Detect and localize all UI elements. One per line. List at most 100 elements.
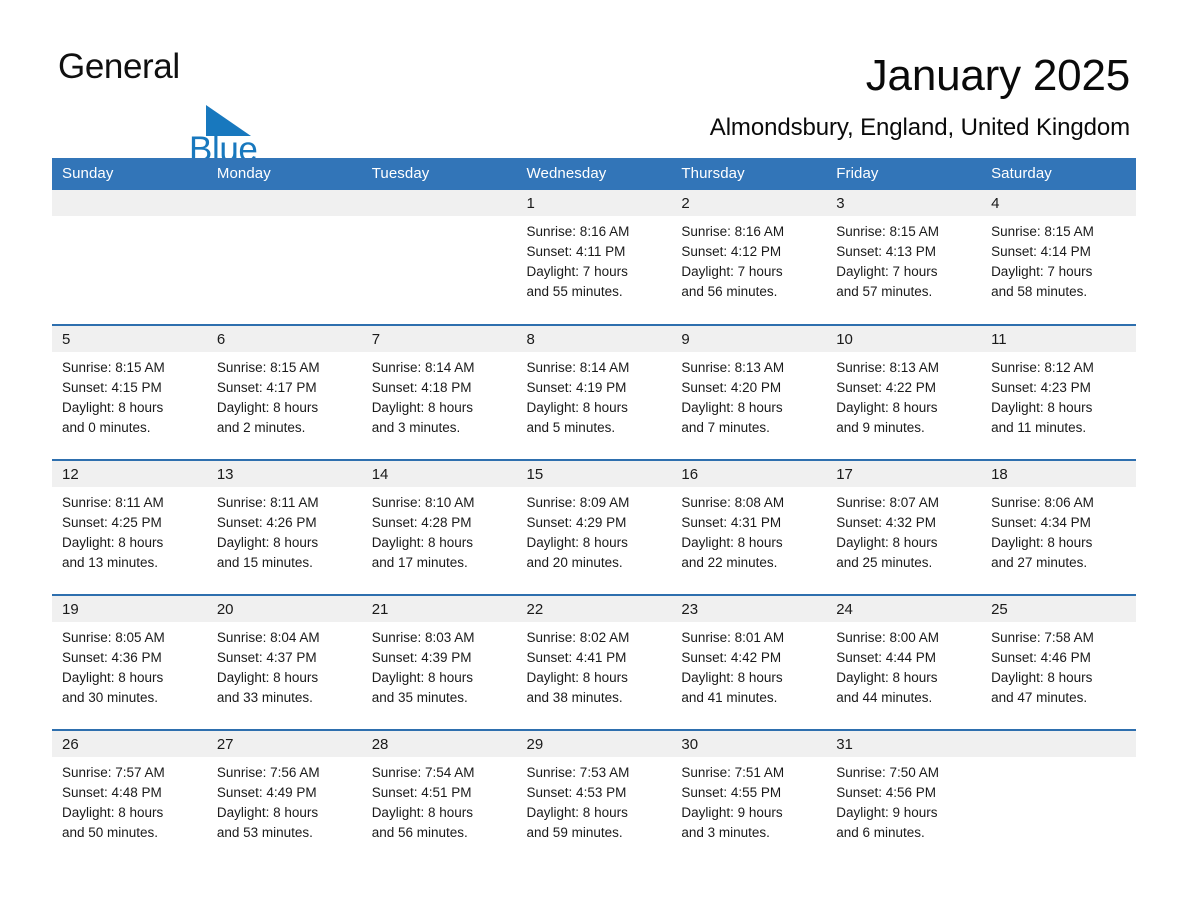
calendar-day-cell[interactable]: 25 Sunrise: 7:58 AM Sunset: 4:46 PM Dayligh… — [981, 594, 1136, 730]
day-sunrise-text: Sunrise: 8:15 AM — [836, 224, 940, 239]
day-sunrise-text: Sunrise: 8:15 AM — [991, 224, 1094, 239]
day-number: 27 — [206, 731, 362, 757]
day-daylight-line1-text: Daylight: 9 hours — [681, 805, 783, 820]
day-sunset-text: Sunset: 4:25 PM — [62, 515, 162, 530]
day-sunrise-text: Sunrise: 7:53 AM — [526, 765, 630, 780]
day-number: 24 — [826, 596, 982, 622]
day-details: Sunrise: 8:15 AM Sunset: 4:14 PM Daylight:… — [981, 216, 1136, 302]
calendar-day-cell[interactable]: 13 Sunrise: 8:11 AM Sunset: 4:26 PM Dayligh… — [206, 459, 362, 595]
day-daylight-line2-text: and 56 minutes. — [681, 284, 778, 299]
day-details: Sunrise: 8:11 AM Sunset: 4:26 PM Daylight:… — [207, 487, 362, 573]
day-details: Sunrise: 8:14 AM Sunset: 4:18 PM Daylight:… — [362, 352, 517, 438]
calendar-day-cell[interactable]: 3 Sunrise: 8:15 AM Sunset: 4:13 PM Daylight… — [826, 190, 982, 325]
calendar-day-cell[interactable]: 18 Sunrise: 8:06 AM Sunset: 4:34 PM Dayligh… — [981, 459, 1136, 595]
calendar-day-cell[interactable]: 24 Sunrise: 8:00 AM Sunset: 4:44 PM Dayligh… — [826, 594, 982, 730]
day-sunset-text: Sunset: 4:19 PM — [526, 380, 627, 395]
calendar-day-cell[interactable]: 2 Sunrise: 8:16 AM Sunset: 4:12 PM Daylight… — [671, 190, 827, 325]
calendar-week-row: 1 Sunrise: 8:16 AM Sunset: 4:11 PM Daylight… — [52, 190, 1136, 325]
day-sunset-text: Sunset: 4:22 PM — [836, 380, 937, 395]
day-number — [206, 190, 362, 216]
day-details: Sunrise: 8:09 AM Sunset: 4:29 PM Daylight:… — [517, 487, 672, 573]
day-details: Sunrise: 7:54 AM Sunset: 4:51 PM Daylight:… — [362, 757, 517, 843]
day-number: 25 — [981, 596, 1136, 622]
calendar-day-cell[interactable]: 7 Sunrise: 8:14 AM Sunset: 4:18 PM Daylight… — [361, 324, 517, 460]
day-details: Sunrise: 8:06 AM Sunset: 4:34 PM Daylight:… — [981, 487, 1136, 573]
calendar-day-cell[interactable]: 19 Sunrise: 8:05 AM Sunset: 4:36 PM Dayligh… — [52, 594, 207, 730]
day-details: Sunrise: 8:07 AM Sunset: 4:32 PM Daylight:… — [826, 487, 981, 573]
day-sunrise-text: Sunrise: 8:10 AM — [371, 495, 475, 510]
day-daylight-line1-text: Daylight: 7 hours — [991, 264, 1093, 279]
day-daylight-line1-text: Daylight: 8 hours — [681, 670, 783, 685]
day-sunrise-text: Sunrise: 8:16 AM — [681, 224, 785, 239]
day-sunrise-text: Sunrise: 8:03 AM — [371, 630, 475, 645]
weekday-header-sunday: Sunday — [52, 158, 207, 190]
calendar-day-cell[interactable]: 26 Sunrise: 7:57 AM Sunset: 4:48 PM Dayligh… — [52, 729, 207, 865]
day-number: 17 — [826, 461, 982, 487]
calendar-day-cell[interactable]: 8 Sunrise: 8:14 AM Sunset: 4:19 PM Daylight… — [516, 324, 672, 460]
calendar-day-cell[interactable]: 14 Sunrise: 8:10 AM Sunset: 4:28 PM Dayligh… — [361, 459, 517, 595]
calendar-day-cell[interactable]: 16 Sunrise: 8:08 AM Sunset: 4:31 PM Dayligh… — [671, 459, 827, 595]
day-number: 21 — [361, 596, 517, 622]
day-daylight-line1-text: Daylight: 8 hours — [62, 670, 164, 685]
calendar-day-cell[interactable]: 31 Sunrise: 7:50 AM Sunset: 4:56 PM Dayligh… — [826, 729, 982, 865]
day-number: 26 — [52, 731, 207, 757]
day-daylight-line2-text: and 33 minutes. — [216, 690, 313, 705]
day-number: 30 — [671, 731, 827, 757]
day-sunset-text: Sunset: 4:18 PM — [371, 380, 472, 395]
calendar-day-cell[interactable]: 1 Sunrise: 8:16 AM Sunset: 4:11 PM Daylight… — [516, 190, 672, 325]
calendar-day-cell[interactable]: 9 Sunrise: 8:13 AM Sunset: 4:20 PM Daylight… — [671, 324, 827, 460]
day-daylight-line1-text: Daylight: 8 hours — [371, 400, 473, 415]
calendar-day-cell[interactable]: 22 Sunrise: 8:02 AM Sunset: 4:41 PM Dayligh… — [516, 594, 672, 730]
calendar-day-cell[interactable]: 23 Sunrise: 8:01 AM Sunset: 4:42 PM Dayligh… — [671, 594, 827, 730]
day-sunrise-text: Sunrise: 8:01 AM — [681, 630, 785, 645]
day-daylight-line2-text: and 53 minutes. — [216, 825, 313, 840]
weekday-header-wednesday: Wednesday — [516, 158, 672, 190]
weekday-header-monday: Monday — [206, 158, 362, 190]
day-daylight-line2-text: and 11 minutes. — [991, 420, 1087, 435]
day-details: Sunrise: 8:15 AM Sunset: 4:15 PM Daylight:… — [52, 352, 207, 438]
day-daylight-line2-text: and 3 minutes. — [681, 825, 770, 840]
day-daylight-line2-text: and 13 minutes. — [62, 555, 159, 570]
day-daylight-line1-text: Daylight: 8 hours — [62, 535, 164, 550]
calendar-day-cell[interactable]: 6 Sunrise: 8:15 AM Sunset: 4:17 PM Daylight… — [206, 324, 362, 460]
day-details: Sunrise: 8:16 AM Sunset: 4:12 PM Daylight:… — [671, 216, 826, 302]
calendar-day-cell[interactable]: 21 Sunrise: 8:03 AM Sunset: 4:39 PM Dayligh… — [361, 594, 517, 730]
day-sunset-text: Sunset: 4:53 PM — [526, 785, 627, 800]
page-title: January 2025 — [865, 51, 1130, 100]
day-daylight-line2-text: and 3 minutes. — [371, 420, 461, 435]
day-daylight-line2-text: and 50 minutes. — [62, 825, 159, 840]
day-daylight-line1-text: Daylight: 8 hours — [526, 535, 628, 550]
location-subtitle: Almondsbury, England, United Kingdom — [709, 114, 1130, 141]
day-sunrise-text: Sunrise: 8:13 AM — [836, 360, 940, 375]
day-sunrise-text: Sunrise: 8:16 AM — [526, 224, 630, 239]
day-sunset-text: Sunset: 4:17 PM — [216, 380, 317, 395]
calendar-day-cell[interactable]: 15 Sunrise: 8:09 AM Sunset: 4:29 PM Dayligh… — [516, 459, 672, 595]
day-daylight-line2-text: and 0 minutes. — [62, 420, 151, 435]
day-number: 23 — [671, 596, 827, 622]
day-daylight-line2-text: and 20 minutes. — [526, 555, 623, 570]
day-daylight-line2-text: and 30 minutes. — [62, 690, 159, 705]
calendar-day-cell[interactable]: 30 Sunrise: 7:51 AM Sunset: 4:55 PM Dayligh… — [671, 729, 827, 865]
calendar-day-cell[interactable]: 5 Sunrise: 8:15 AM Sunset: 4:15 PM Daylight… — [52, 324, 207, 460]
calendar-day-cell[interactable]: 17 Sunrise: 8:07 AM Sunset: 4:32 PM Dayligh… — [826, 459, 982, 595]
calendar-day-cell[interactable]: 29 Sunrise: 7:53 AM Sunset: 4:53 PM Dayligh… — [516, 729, 672, 865]
day-sunset-text: Sunset: 4:23 PM — [991, 380, 1091, 395]
day-daylight-line1-text: Daylight: 8 hours — [681, 535, 783, 550]
day-number: 16 — [671, 461, 827, 487]
calendar-day-cell[interactable]: 20 Sunrise: 8:04 AM Sunset: 4:37 PM Dayligh… — [206, 594, 362, 730]
day-daylight-line1-text: Daylight: 8 hours — [526, 670, 628, 685]
day-daylight-line2-text: and 38 minutes. — [526, 690, 623, 705]
calendar-day-cell[interactable]: 10 Sunrise: 8:13 AM Sunset: 4:22 PM Dayligh… — [826, 324, 982, 460]
weekday-header-friday: Friday — [826, 158, 982, 190]
calendar-day-cell[interactable]: 27 Sunrise: 7:56 AM Sunset: 4:49 PM Dayligh… — [206, 729, 362, 865]
day-sunrise-text: Sunrise: 8:08 AM — [681, 495, 785, 510]
day-daylight-line2-text: and 56 minutes. — [371, 825, 468, 840]
day-details: Sunrise: 7:51 AM Sunset: 4:55 PM Daylight:… — [671, 757, 826, 843]
calendar-day-cell[interactable]: 28 Sunrise: 7:54 AM Sunset: 4:51 PM Dayligh… — [361, 729, 517, 865]
day-number: 28 — [361, 731, 517, 757]
day-sunset-text: Sunset: 4:46 PM — [991, 650, 1091, 665]
calendar-day-cell[interactable]: 11 Sunrise: 8:12 AM Sunset: 4:23 PM Dayligh… — [981, 324, 1136, 460]
calendar-day-cell[interactable]: 4 Sunrise: 8:15 AM Sunset: 4:14 PM Daylight… — [981, 190, 1136, 325]
day-details: Sunrise: 8:08 AM Sunset: 4:31 PM Daylight:… — [671, 487, 826, 573]
calendar-day-cell[interactable]: 12 Sunrise: 8:11 AM Sunset: 4:25 PM Dayligh… — [52, 459, 207, 595]
